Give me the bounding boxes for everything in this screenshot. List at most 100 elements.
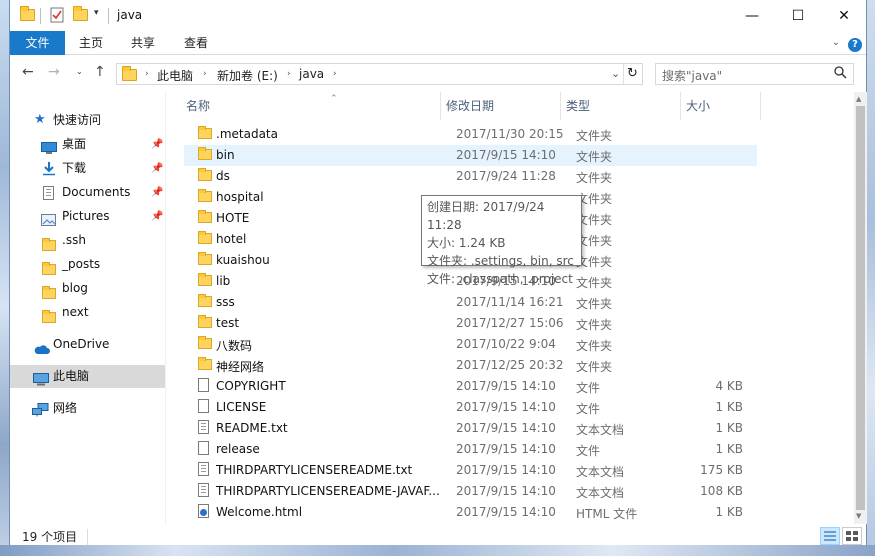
chevron-down-icon[interactable]: ⌄ bbox=[832, 37, 840, 48]
sidebar-item-blog[interactable]: blog bbox=[10, 277, 165, 300]
computer-icon bbox=[33, 371, 49, 394]
chevron-right-icon[interactable]: › bbox=[145, 69, 149, 79]
pin-icon[interactable]: 📌 bbox=[151, 133, 163, 156]
chevron-right-icon[interactable]: › bbox=[203, 69, 207, 79]
file-row[interactable]: .metadata 2017/11/30 20:15 文件夹 bbox=[184, 124, 757, 145]
file-row[interactable]: test 2017/12/27 15:06 文件夹 bbox=[184, 313, 757, 334]
column-divider[interactable] bbox=[440, 92, 441, 120]
vertical-scrollbar[interactable]: ▲ ▼ bbox=[854, 92, 867, 524]
scroll-up-arrow-icon[interactable]: ▲ bbox=[856, 95, 861, 103]
tab-share[interactable]: 共享 bbox=[122, 31, 164, 55]
column-header-size[interactable]: 大小 bbox=[686, 92, 758, 120]
breadcrumb-java[interactable]: java bbox=[299, 67, 324, 81]
sidebar-item-ssh[interactable]: .ssh bbox=[10, 229, 165, 252]
breadcrumb-new-volume[interactable]: 新加卷 (E:) bbox=[217, 67, 278, 84]
tab-home[interactable]: 主页 bbox=[70, 31, 112, 55]
sidebar-item-label: 桌面 bbox=[62, 137, 87, 151]
tab-view[interactable]: 查看 bbox=[175, 31, 217, 55]
properties-icon[interactable] bbox=[50, 7, 64, 25]
file-row[interactable]: README.txt 2017/9/15 14:10 文本文档 1 KB bbox=[184, 418, 757, 439]
sidebar-item-quick-access[interactable]: ★ 快速访问 bbox=[10, 109, 165, 132]
file-name: 八数码 bbox=[216, 339, 253, 353]
pin-icon[interactable]: 📌 bbox=[151, 205, 163, 228]
chevron-right-icon[interactable]: › bbox=[333, 69, 337, 79]
file-type: 文件夹 bbox=[576, 297, 613, 311]
navigation-bar: ← → ⌄ ↑ › 此电脑 › 新加卷 (E:) › java › ⌄ ↻ 搜索… bbox=[10, 56, 866, 92]
help-icon[interactable]: ? bbox=[848, 38, 862, 52]
pin-icon[interactable]: 📌 bbox=[151, 181, 163, 204]
file-type: HTML 文件 bbox=[576, 507, 638, 521]
file-row[interactable]: ds 2017/9/24 11:28 文件夹 bbox=[184, 166, 757, 187]
sidebar-item-label: Documents bbox=[62, 185, 131, 199]
file-size: 1 KB bbox=[715, 421, 743, 435]
column-header-type[interactable]: 类型 bbox=[566, 92, 678, 120]
scrollbar-thumb[interactable] bbox=[856, 106, 865, 510]
large-icons-view-button[interactable] bbox=[842, 527, 862, 545]
file-row[interactable]: bin 2017/9/15 14:10 文件夹 bbox=[184, 145, 757, 166]
forward-arrow-icon[interactable]: → bbox=[48, 64, 60, 80]
close-button[interactable]: ✕ bbox=[821, 0, 867, 31]
minimize-button[interactable]: — bbox=[729, 0, 775, 31]
file-date: 2017/9/15 14:10 bbox=[456, 400, 556, 414]
maximize-button[interactable]: ☐ bbox=[775, 0, 821, 31]
back-arrow-icon[interactable]: ← bbox=[22, 64, 34, 80]
file-icon bbox=[198, 441, 209, 458]
column-divider[interactable] bbox=[760, 92, 761, 120]
file-row[interactable]: Welcome.html 2017/9/15 14:10 HTML 文件 1 KB bbox=[184, 502, 757, 523]
tab-file[interactable]: 文件 bbox=[10, 31, 65, 55]
html-file-icon bbox=[198, 504, 209, 521]
customize-toolbar-icon[interactable]: ▾ bbox=[94, 8, 99, 26]
folder-icon bbox=[20, 6, 35, 27]
search-input[interactable]: 搜索"java" bbox=[655, 63, 854, 85]
file-date: 2017/10/22 9:04 bbox=[456, 337, 556, 351]
sidebar-item-network[interactable]: 网络 bbox=[10, 397, 165, 420]
sidebar-item-desktop[interactable]: 桌面 📌 bbox=[10, 133, 165, 156]
refresh-icon[interactable]: ↻ bbox=[627, 66, 638, 81]
column-header-date[interactable]: 修改日期 bbox=[446, 92, 558, 120]
folder-icon bbox=[122, 66, 137, 84]
recent-locations-icon[interactable]: ⌄ bbox=[76, 67, 83, 76]
file-size: 108 KB bbox=[700, 484, 743, 498]
title-bar[interactable]: ▾ java — ☐ ✕ bbox=[10, 0, 866, 31]
search-icon[interactable] bbox=[834, 66, 847, 83]
chevron-right-icon[interactable]: › bbox=[287, 69, 291, 79]
address-bar[interactable]: › 此电脑 › 新加卷 (E:) › java › ⌄ ↻ bbox=[116, 63, 643, 85]
file-date: 2017/9/15 14:10 bbox=[456, 505, 556, 519]
new-folder-icon[interactable] bbox=[73, 6, 88, 27]
file-row[interactable]: THIRDPARTYLICENSEREADME.txt 2017/9/15 14:… bbox=[184, 460, 757, 481]
file-row[interactable]: release 2017/9/15 14:10 文件 1 KB bbox=[184, 439, 757, 460]
file-row[interactable]: COPYRIGHT 2017/9/15 14:10 文件 4 KB bbox=[184, 376, 757, 397]
sidebar-item-label: Pictures bbox=[62, 209, 110, 223]
up-arrow-icon[interactable]: ↑ bbox=[94, 64, 106, 80]
file-row[interactable]: LICENSE 2017/9/15 14:10 文件 1 KB bbox=[184, 397, 757, 418]
breadcrumb-this-pc[interactable]: 此电脑 bbox=[157, 67, 193, 84]
file-row[interactable]: 神经网络 2017/12/25 20:32 文件夹 bbox=[184, 355, 757, 376]
details-view-button[interactable] bbox=[820, 527, 840, 545]
column-header-name[interactable]: 名称 ⌃ bbox=[184, 92, 439, 120]
sidebar-item-label: OneDrive bbox=[53, 337, 110, 351]
file-type: 文件 bbox=[576, 381, 601, 395]
window-title: java bbox=[117, 8, 143, 22]
pin-icon[interactable]: 📌 bbox=[151, 157, 163, 180]
file-name: THIRDPARTYLICENSEREADME-JAVAF... bbox=[216, 484, 440, 498]
file-row[interactable]: THIRDPARTYLICENSEREADME-JAVAF... 2017/9/1… bbox=[184, 481, 757, 502]
sidebar-item-onedrive[interactable]: OneDrive bbox=[10, 333, 165, 356]
sidebar-item-posts[interactable]: _posts bbox=[10, 253, 165, 276]
sidebar-item-documents[interactable]: Documents 📌 bbox=[10, 181, 165, 204]
file-row[interactable]: 八数码 2017/10/22 9:04 文件夹 bbox=[184, 334, 757, 355]
column-divider[interactable] bbox=[560, 92, 561, 120]
scroll-down-arrow-icon[interactable]: ▼ bbox=[856, 512, 861, 520]
file-size: 1 KB bbox=[715, 400, 743, 414]
file-date: 2017/9/15 14:10 bbox=[456, 463, 556, 477]
sidebar-item-downloads[interactable]: 下载 📌 bbox=[10, 157, 165, 180]
chevron-down-icon[interactable]: ⌄ bbox=[611, 67, 620, 80]
column-divider[interactable] bbox=[680, 92, 681, 120]
file-name: lib bbox=[216, 274, 231, 288]
sidebar-item-this-pc[interactable]: 此电脑 bbox=[10, 365, 165, 388]
ribbon-tabs: 文件 主页 共享 查看 ⌄ ? bbox=[10, 31, 866, 55]
file-icon bbox=[198, 378, 209, 395]
file-row[interactable]: sss 2017/11/14 16:21 文件夹 bbox=[184, 292, 757, 313]
taskbar-strip bbox=[0, 545, 875, 556]
sidebar-item-next[interactable]: next bbox=[10, 301, 165, 324]
sidebar-item-pictures[interactable]: Pictures 📌 bbox=[10, 205, 165, 228]
